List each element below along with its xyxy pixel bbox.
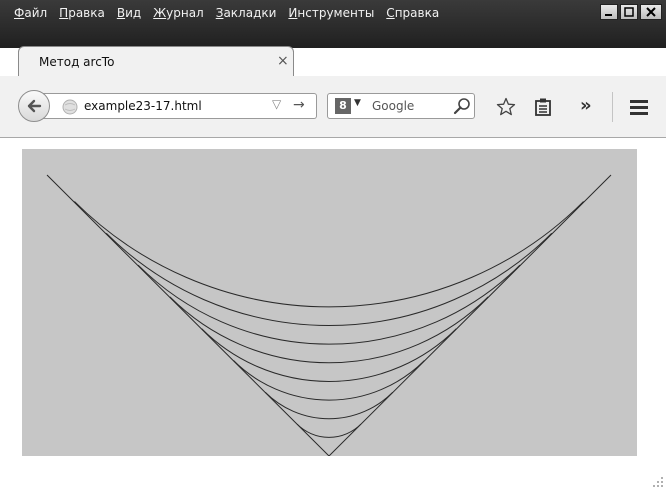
tab-active[interactable]: Метод arcTo × — [18, 46, 294, 76]
bookmark-star-icon[interactable] — [496, 97, 516, 117]
go-arrow-icon[interactable]: → — [293, 97, 305, 113]
menu-edit[interactable]: Правка — [53, 0, 111, 26]
search-icon[interactable] — [453, 97, 471, 115]
tab-close-icon[interactable]: × — [277, 53, 289, 69]
v-lines — [46, 174, 612, 456]
maximize-icon — [624, 7, 634, 17]
url-text: example23-17.html — [84, 99, 202, 113]
tangent-arc-4 — [201, 328, 457, 382]
reading-list-icon[interactable] — [533, 97, 553, 117]
window-controls — [600, 4, 662, 20]
close-window-button[interactable] — [640, 4, 662, 20]
toolbar-separator — [612, 92, 613, 122]
address-bar[interactable]: example23-17.html ▽ → — [40, 93, 317, 119]
maximize-button[interactable] — [620, 4, 638, 20]
globe-icon — [62, 99, 78, 115]
tangent-arc-2 — [265, 392, 393, 420]
close-icon — [646, 7, 656, 17]
tangent-arc-6 — [137, 264, 521, 345]
tab-title: Метод arcTo — [39, 55, 115, 69]
menu-bar: Файл Правка Вид Журнал Закладки Инструме… — [0, 0, 445, 26]
back-arrow-icon — [27, 99, 42, 113]
window-titlebar: Файл Правка Вид Журнал Закладки Инструме… — [0, 0, 666, 48]
tangent-arc-8 — [74, 201, 584, 308]
menu-view[interactable]: Вид — [111, 0, 147, 26]
arcto-canvas — [22, 149, 637, 456]
url-history-dropdown-icon[interactable]: ▽ — [272, 97, 281, 111]
tangent-arc-7 — [105, 232, 553, 327]
back-button[interactable] — [18, 90, 50, 122]
menu-help[interactable]: Справка — [380, 0, 445, 26]
minimize-button[interactable] — [600, 4, 618, 20]
navigation-toolbar: example23-17.html ▽ → 8 ▼ Google » — [0, 76, 666, 138]
canvas-drawing — [46, 174, 612, 456]
minimize-icon — [605, 14, 612, 16]
tangent-arc-3 — [233, 360, 425, 401]
tangent-arc-1 — [296, 423, 362, 438]
search-bar[interactable]: 8 ▼ Google — [327, 93, 475, 119]
resize-grip-icon[interactable] — [652, 476, 664, 488]
menu-hamburger-icon[interactable] — [628, 97, 650, 117]
search-engine-icon[interactable]: 8 — [335, 98, 351, 114]
menu-tools[interactable]: Инструменты — [282, 0, 380, 26]
menu-history[interactable]: Журнал — [147, 0, 210, 26]
overflow-chevron-icon[interactable]: » — [580, 95, 592, 116]
search-input[interactable]: Google — [372, 99, 414, 113]
new-tab-button[interactable]: + — [314, 53, 332, 71]
menu-file[interactable]: Файл — [8, 0, 53, 26]
search-engine-dropdown-icon[interactable]: ▼ — [354, 98, 361, 108]
page-content — [0, 138, 666, 490]
menu-bookmarks[interactable]: Закладки — [210, 0, 283, 26]
